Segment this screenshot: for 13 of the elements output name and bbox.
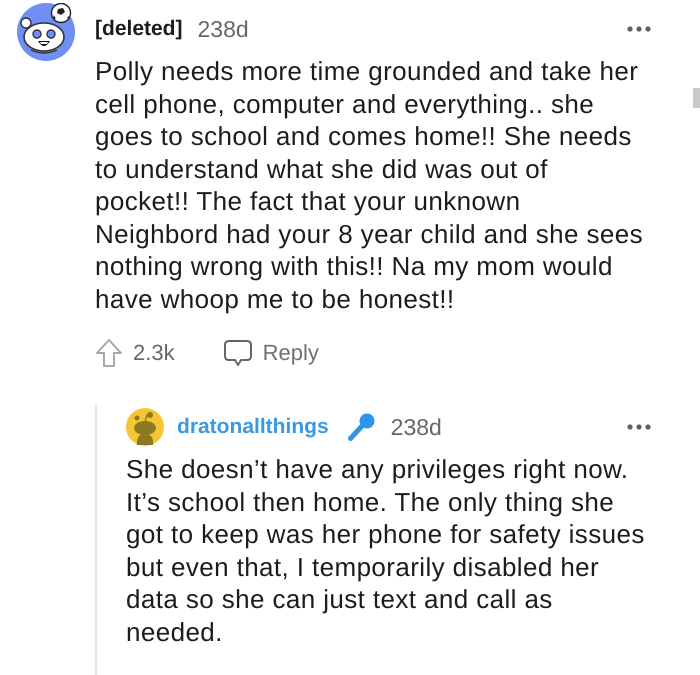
- more-options-icon[interactable]: [627, 26, 651, 32]
- more-options-icon[interactable]: [627, 424, 651, 430]
- comment-text: Polly needs more time grounded and take her cell phone, computer and everything.. she goes to school and comes home!! She needs to understand what she did was out of pocket!! The fact that your unknown Neighbord had your 8 year child and she sees nothing wrong with this!! Na my mom would have whoop me to be honest!!: [95, 55, 644, 315]
- username[interactable]: dratonallthings: [177, 415, 329, 439]
- avatar-icon[interactable]: [17, 3, 75, 61]
- upvote-count: 2.3k: [133, 340, 175, 366]
- reply-button[interactable]: Reply: [222, 339, 319, 367]
- scrollbar-thumb[interactable]: [693, 88, 700, 108]
- comment-text: She doesn’t have any privileges right now. It’s school then home. The only thing she got to keep was her phone for safety issues but even that, I temporarily disabled her data so she can just text and call as needed.: [126, 453, 646, 648]
- username[interactable]: [deleted]: [95, 17, 183, 41]
- comment-age: 238d: [198, 16, 249, 42]
- comment-age: 238d: [390, 414, 442, 440]
- comment-icon: [222, 339, 253, 367]
